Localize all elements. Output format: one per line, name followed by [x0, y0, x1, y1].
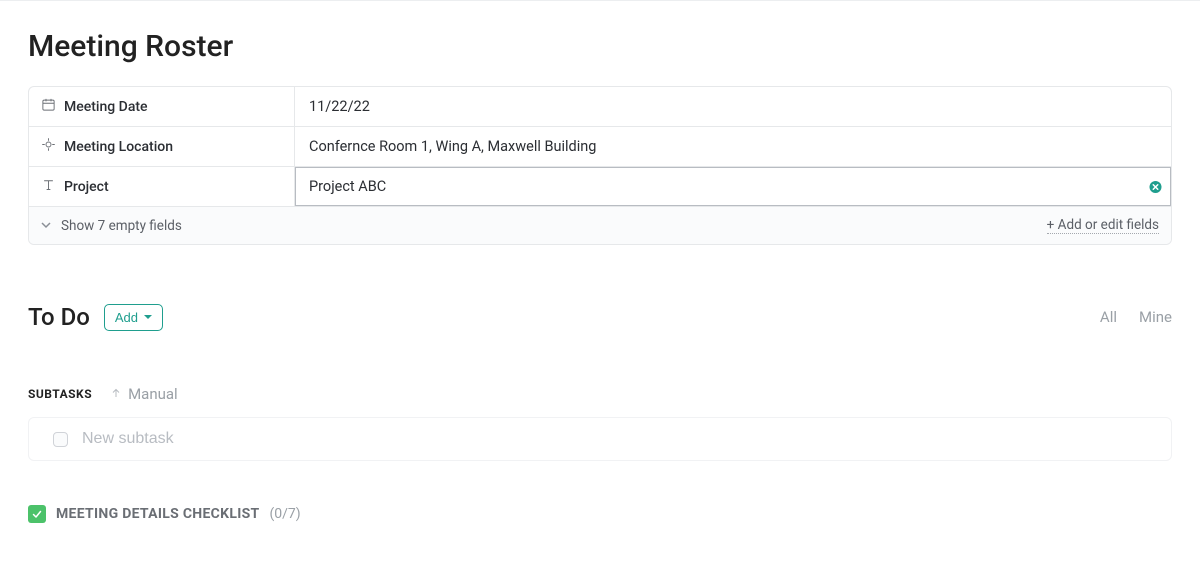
add-button[interactable]: Add	[104, 304, 163, 331]
field-row-location: Meeting Location Confernce Room 1, Wing …	[29, 127, 1171, 167]
subtasks-header: SUBTASKS Manual	[28, 385, 1172, 403]
field-value-project[interactable]: Project ABC	[295, 167, 1171, 206]
todo-header: To Do Add All Mine	[28, 303, 1172, 331]
clear-field-button[interactable]	[1148, 179, 1163, 194]
field-label-text: Project	[64, 179, 109, 195]
filter-mine[interactable]: Mine	[1139, 308, 1172, 326]
field-value-date[interactable]: 11/22/22	[295, 87, 1171, 126]
field-label-location: Meeting Location	[29, 127, 295, 166]
checklist-title: MEETING DETAILS CHECKLIST	[56, 506, 260, 522]
subtask-checkbox[interactable]	[53, 432, 68, 447]
check-icon	[28, 505, 46, 523]
subtasks-label: SUBTASKS	[28, 387, 92, 401]
page-title: Meeting Roster	[28, 29, 1172, 64]
fields-table-footer: Show 7 empty fields + Add or edit fields	[29, 207, 1171, 244]
add-button-label: Add	[115, 310, 138, 325]
new-subtask-input[interactable]	[82, 430, 1147, 448]
checklist-count: (0/7)	[270, 506, 301, 522]
field-value-location[interactable]: Confernce Room 1, Wing A, Maxwell Buildi…	[295, 127, 1171, 166]
field-label-text: Meeting Date	[64, 99, 148, 115]
caret-down-icon	[144, 315, 152, 319]
subtasks-sort-label: Manual	[128, 385, 178, 403]
field-value-text: Project ABC	[309, 178, 386, 195]
field-row-date: Meeting Date 11/22/22	[29, 87, 1171, 127]
field-value-text: Confernce Room 1, Wing A, Maxwell Buildi…	[309, 138, 596, 155]
field-row-project: Project Project ABC	[29, 167, 1171, 207]
todo-title: To Do	[28, 303, 90, 331]
field-label-date: Meeting Date	[29, 87, 295, 126]
fields-table: Meeting Date 11/22/22 Meeting Location C…	[28, 86, 1172, 245]
field-label-project: Project	[29, 167, 295, 206]
todo-filters: All Mine	[1100, 308, 1172, 326]
new-subtask-row[interactable]	[28, 417, 1172, 461]
arrow-up-icon	[110, 385, 122, 403]
location-icon	[41, 137, 56, 156]
add-edit-fields-link[interactable]: + Add or edit fields	[1047, 217, 1159, 234]
show-empty-label: Show 7 empty fields	[61, 218, 182, 234]
todo-section: To Do Add All Mine SUBTASKS Manual	[28, 303, 1172, 523]
text-icon	[41, 177, 56, 196]
checklist-section[interactable]: MEETING DETAILS CHECKLIST (0/7)	[28, 505, 1172, 523]
chevron-down-icon	[41, 218, 51, 234]
field-value-text: 11/22/22	[309, 98, 370, 115]
field-label-text: Meeting Location	[64, 139, 173, 155]
close-circle-icon	[1148, 179, 1163, 194]
subtasks-sort[interactable]: Manual	[110, 385, 178, 403]
calendar-icon	[41, 97, 56, 116]
filter-all[interactable]: All	[1100, 308, 1117, 326]
show-empty-fields-toggle[interactable]: Show 7 empty fields	[41, 218, 182, 234]
